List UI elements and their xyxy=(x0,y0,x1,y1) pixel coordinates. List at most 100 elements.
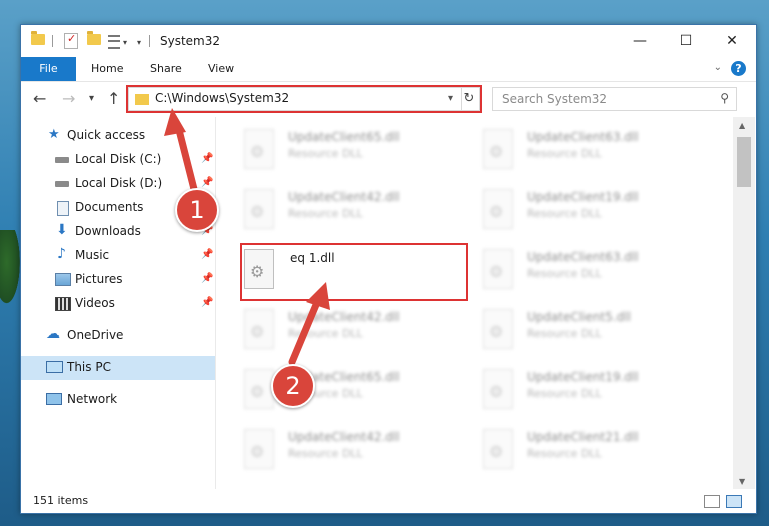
scroll-up-icon[interactable]: ▲ xyxy=(739,121,745,130)
dll-file-icon xyxy=(244,129,274,169)
maximize-button[interactable]: ☐ xyxy=(663,25,709,57)
tab-view[interactable]: View xyxy=(208,57,234,81)
drive-icon xyxy=(55,181,69,187)
address-highlight-box xyxy=(126,85,482,113)
folder-icon[interactable] xyxy=(31,31,45,45)
dll-file-icon xyxy=(244,189,274,229)
back-arrow-icon[interactable]: ← xyxy=(33,89,46,108)
details-view-icon[interactable] xyxy=(704,495,720,508)
pictures-icon xyxy=(55,273,71,286)
file-item[interactable]: UpdateClient65.dll Resource DLL xyxy=(236,125,456,177)
file-type: Resource DLL xyxy=(527,147,602,160)
sidebar-item-label: Pictures xyxy=(75,272,123,286)
sidebar-item-label: Downloads xyxy=(75,224,141,238)
sidebar-item-label: Music xyxy=(75,248,110,262)
sidebar-item-this-pc[interactable]: This PC xyxy=(21,356,215,380)
file-name: UpdateClient21.dll xyxy=(527,430,639,444)
dll-file-icon xyxy=(483,189,513,229)
sidebar-item-label: OneDrive xyxy=(67,328,124,342)
file-item[interactable]: UpdateClient63.dll Resource DLL xyxy=(475,245,695,297)
sidebar-item-network[interactable]: Network xyxy=(21,388,215,412)
file-type: Resource DLL xyxy=(288,327,363,340)
maximize-icon: ☐ xyxy=(679,33,693,49)
minimize-icon: — xyxy=(633,33,647,49)
pin-icon[interactable]: 📌 xyxy=(201,273,213,284)
tab-home[interactable]: Home xyxy=(91,57,123,81)
sidebar-item-local-disk-c[interactable]: Local Disk (C:) 📌 xyxy=(21,148,215,172)
file-type: Resource DLL xyxy=(527,327,602,340)
file-name: UpdateClient65.dll xyxy=(288,130,400,144)
step-2-badge: 2 xyxy=(271,364,315,408)
star-icon: ★ xyxy=(48,127,60,142)
sidebar-item-quick-access[interactable]: ★ Quick access xyxy=(21,124,215,148)
dll-file-icon xyxy=(483,369,513,409)
minimize-button[interactable]: — xyxy=(617,25,663,57)
file-type: Resource DLL xyxy=(527,207,602,220)
tab-share[interactable]: Share xyxy=(150,57,182,81)
expand-ribbon-icon[interactable]: ⌄ xyxy=(714,62,722,73)
file-item[interactable]: UpdateClient42.dll Resource DLL xyxy=(236,305,456,357)
scroll-thumb[interactable] xyxy=(737,137,751,187)
file-item[interactable]: UpdateClient63.dll Resource DLL xyxy=(475,125,695,177)
file-item[interactable]: UpdateClient19.dll Resource DLL xyxy=(475,365,695,417)
file-type: Resource DLL xyxy=(527,387,602,400)
properties-check-icon[interactable] xyxy=(64,32,78,49)
item-count: 151 items xyxy=(33,494,89,507)
sidebar-item-label: This PC xyxy=(67,360,111,374)
sidebar-item-label: Videos xyxy=(75,296,115,310)
file-item[interactable]: UpdateClient42.dll Resource DLL xyxy=(236,425,456,477)
file-name: UpdateClient42.dll xyxy=(288,190,400,204)
scroll-down-icon[interactable]: ▼ xyxy=(739,477,745,486)
pin-icon[interactable]: 📌 xyxy=(201,249,213,260)
recent-locations-icon[interactable]: ▾ xyxy=(89,93,94,104)
qat-dropdown-icon[interactable]: ▾ xyxy=(123,38,127,47)
up-arrow-icon[interactable]: ↑ xyxy=(107,89,120,108)
properties-icon[interactable] xyxy=(108,35,120,49)
close-button[interactable]: ✕ xyxy=(709,25,755,57)
file-item[interactable]: UpdateClient5.dll Resource DLL xyxy=(475,305,695,357)
title-separator xyxy=(149,35,150,47)
videos-icon xyxy=(55,297,71,311)
sidebar-item-label: Local Disk (D:) xyxy=(75,176,163,190)
sidebar-item-onedrive[interactable]: ☁ OneDrive xyxy=(21,324,215,348)
file-type: Resource DLL xyxy=(288,447,363,460)
pin-icon[interactable]: 📌 xyxy=(201,177,213,188)
sidebar-item-videos[interactable]: Videos 📌 xyxy=(21,292,215,316)
file-explorer-window: ▾ ▾ System32 — ☐ ✕ File Home Share View … xyxy=(20,24,757,514)
large-icons-view-icon[interactable] xyxy=(726,495,742,508)
file-name: UpdateClient19.dll xyxy=(527,190,639,204)
forward-arrow-icon[interactable]: → xyxy=(62,89,75,108)
new-folder-icon[interactable] xyxy=(87,31,101,45)
pin-icon[interactable]: 📌 xyxy=(201,153,213,164)
qat-separator xyxy=(52,35,53,47)
pin-icon[interactable]: 📌 xyxy=(201,297,213,308)
sidebar-item-music[interactable]: ♪ Music 📌 xyxy=(21,244,215,268)
sidebar-item-pictures[interactable]: Pictures 📌 xyxy=(21,268,215,292)
tab-file[interactable]: File xyxy=(21,57,76,81)
drive-icon xyxy=(55,157,69,163)
help-icon[interactable]: ? xyxy=(731,61,746,76)
sidebar-item-label: Quick access xyxy=(67,128,146,142)
search-input[interactable]: Search System32 ⚲ xyxy=(492,87,737,111)
file-name: UpdateClient42.dll xyxy=(288,310,400,324)
file-item[interactable]: UpdateClient21.dll Resource DLL xyxy=(475,425,695,477)
file-item[interactable]: UpdateClient19.dll Resource DLL xyxy=(475,185,695,237)
network-icon xyxy=(46,393,62,405)
file-name: UpdateClient19.dll xyxy=(527,370,639,384)
file-name: UpdateClient63.dll xyxy=(527,130,639,144)
close-icon: ✕ xyxy=(726,33,738,49)
dll-file-icon xyxy=(244,369,274,409)
file-type: Resource DLL xyxy=(288,147,363,160)
file-item[interactable]: UpdateClient42.dll Resource DLL xyxy=(236,185,456,237)
navigation-pane: ★ Quick access Local Disk (C:) 📌 Local D… xyxy=(21,117,216,489)
dll-file-icon xyxy=(244,429,274,469)
sidebar-item-label: Network xyxy=(67,392,118,406)
dll-file-icon xyxy=(483,249,513,289)
file-item[interactable]: UpdateClient65.dll Resource DLL xyxy=(236,365,456,417)
customize-qat-icon[interactable]: ▾ xyxy=(137,38,141,47)
vertical-scrollbar[interactable]: ▲ ▼ xyxy=(733,117,755,489)
search-icon[interactable]: ⚲ xyxy=(720,91,729,105)
status-bar: 151 items xyxy=(21,489,756,513)
file-name: UpdateClient63.dll xyxy=(527,250,639,264)
search-placeholder: Search System32 xyxy=(502,92,608,106)
